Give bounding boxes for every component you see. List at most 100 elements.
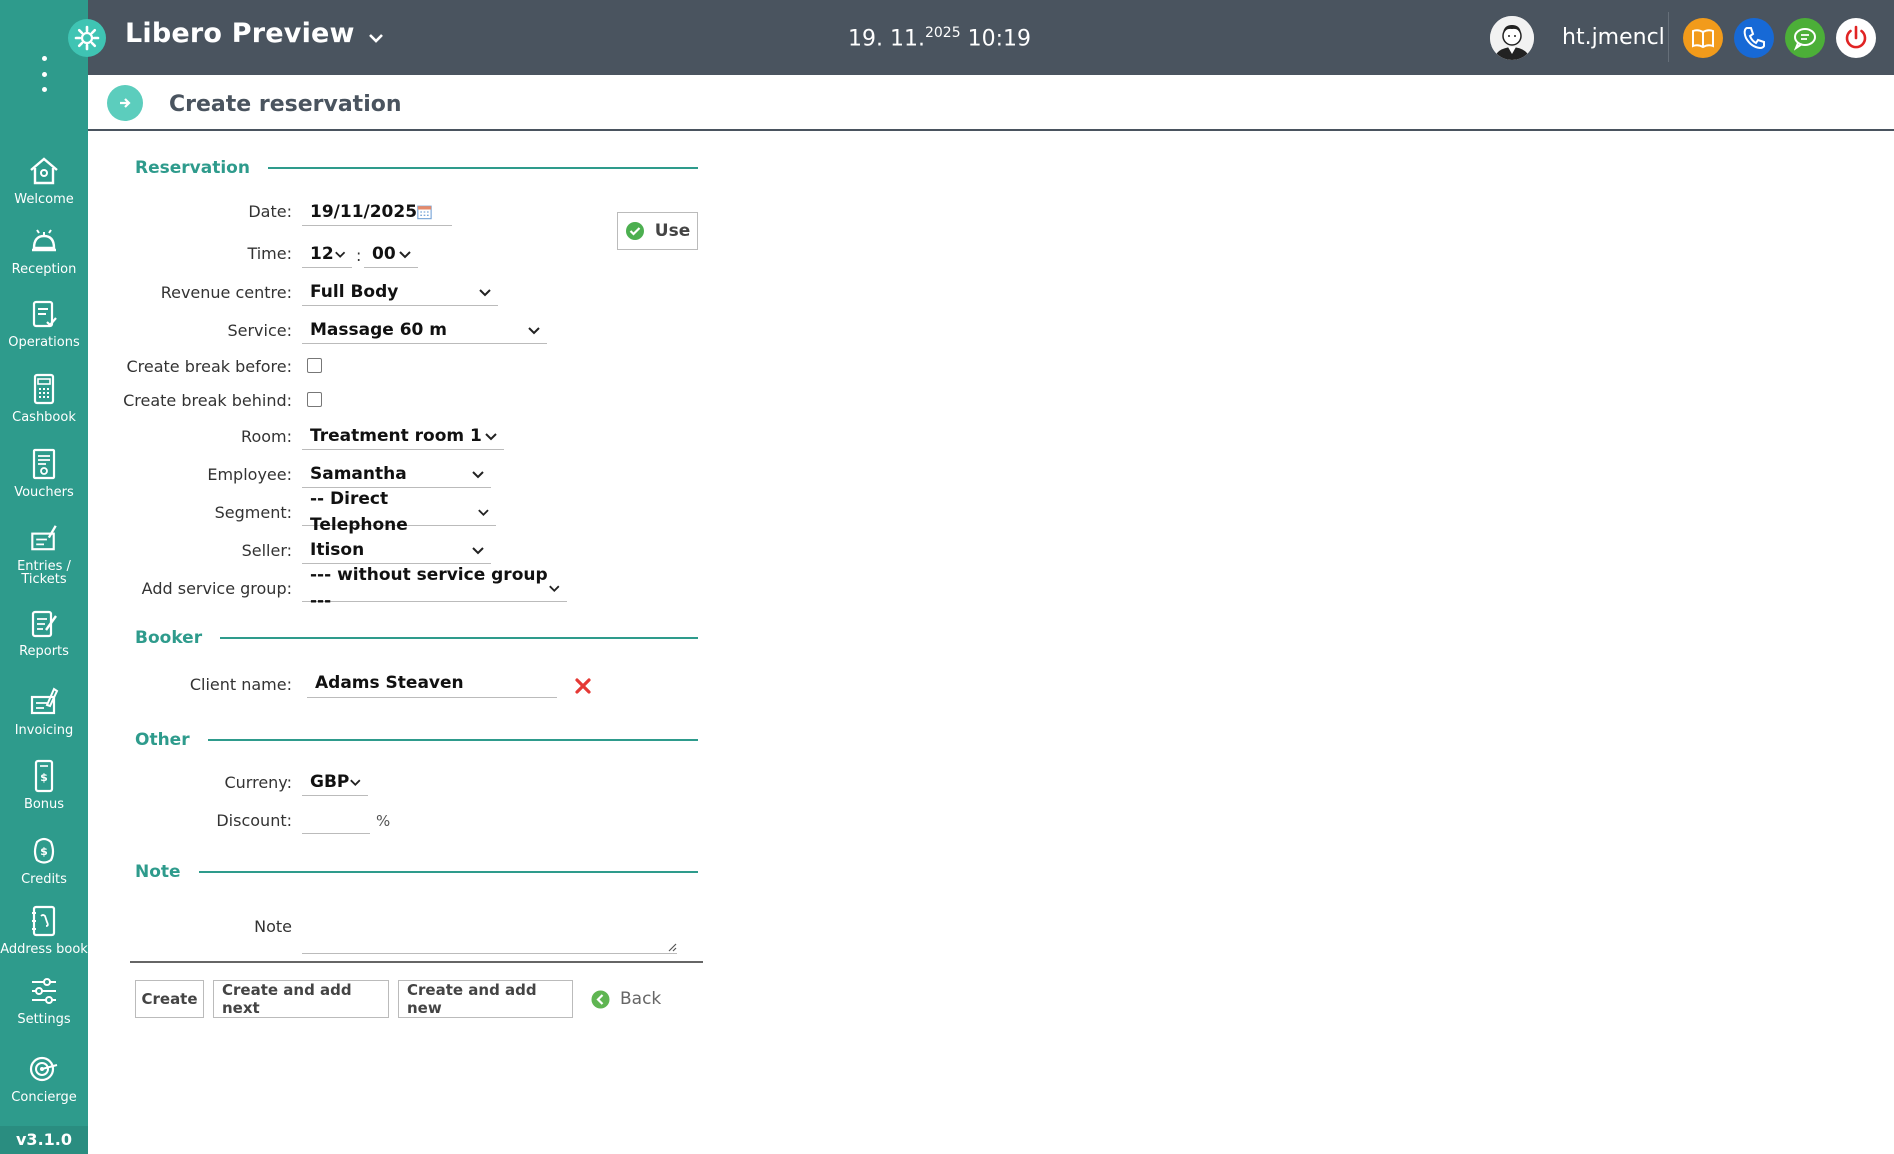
sidebar-item-label: Concierge xyxy=(11,1090,77,1105)
chevron-down-icon xyxy=(472,546,484,554)
manual-button[interactable] xyxy=(1683,18,1723,58)
service-select[interactable]: Massage 60 m xyxy=(302,316,547,344)
segment-value: -- Direct Telephone xyxy=(310,488,408,535)
date-day-month: 19. 11. xyxy=(848,26,925,52)
section-title: Other xyxy=(135,730,190,750)
chevron-down-icon xyxy=(472,470,484,478)
sidebar-item-reports[interactable]: Reports xyxy=(0,604,88,670)
time-label: Time: xyxy=(247,244,292,263)
sidebar-item-bonus[interactable]: $ Bonus xyxy=(0,757,88,823)
credits-icon: $ xyxy=(33,837,55,864)
section-note: Note xyxy=(135,862,698,882)
sidebar-item-concierge[interactable]: Concierge xyxy=(0,1050,88,1116)
client-name-input[interactable]: Adams Steaven xyxy=(307,670,557,698)
logout-button[interactable] xyxy=(1836,18,1876,58)
date-field[interactable]: 19/11/2025 xyxy=(302,198,452,226)
version-label: v3.1.0 xyxy=(0,1126,88,1154)
section-reservation: Reservation xyxy=(135,158,698,178)
page-header: Create reservation xyxy=(88,75,1894,131)
note-label: Note xyxy=(254,917,292,936)
chevron-down-icon[interactable] xyxy=(366,28,386,48)
create-button[interactable]: Create xyxy=(135,980,204,1018)
sidebar-item-label: Invoicing xyxy=(14,723,74,738)
sidebar-item-vouchers[interactable]: Vouchers xyxy=(0,445,88,511)
sidebar-item-cashbook[interactable]: Cashbook xyxy=(0,370,88,436)
discount-unit: % xyxy=(376,812,391,830)
room-select[interactable]: Treatment room 1 xyxy=(302,422,504,450)
revenue-centre-label: Revenue centre: xyxy=(160,283,292,302)
chevron-down-icon xyxy=(334,251,345,258)
service-group-select[interactable]: --- without service group --- xyxy=(302,565,567,611)
app-title[interactable]: Libero Preview xyxy=(125,18,355,49)
sidebar-item-settings[interactable]: Settings xyxy=(0,972,88,1038)
revenue-centre-select[interactable]: Full Body xyxy=(302,278,498,306)
phone-button[interactable] xyxy=(1734,18,1774,58)
current-datetime: 19. 11.2025 10:19 xyxy=(848,25,1031,51)
divider xyxy=(1668,12,1669,62)
employee-label: Employee: xyxy=(207,465,292,484)
username[interactable]: ht.jmencl xyxy=(1562,25,1665,50)
sidebar-item-welcome[interactable]: Welcome xyxy=(0,152,88,218)
sidebar-item-entries-tickets[interactable]: Entries / Tickets xyxy=(0,520,88,586)
revenue-centre-value: Full Body xyxy=(310,281,399,302)
seller-label: Seller: xyxy=(241,541,292,560)
sidebar-item-label: Operations xyxy=(8,335,80,350)
sidebar-item-operations[interactable]: Operations xyxy=(0,295,88,361)
date-year: 2025 xyxy=(924,25,961,41)
create-add-new-button[interactable]: Create and add new xyxy=(398,980,573,1018)
service-label: Service: xyxy=(227,321,292,340)
create-add-next-button[interactable]: Create and add next xyxy=(213,980,389,1018)
top-bar: Libero Preview 19. 11.2025 10:19 ht.jmen… xyxy=(68,0,1894,75)
sidebar-item-label: Reception xyxy=(11,262,77,277)
discount-label: Discount: xyxy=(216,811,292,830)
chevron-down-icon xyxy=(399,250,411,258)
sidebar-item-label: Settings xyxy=(17,1012,71,1027)
break-behind-label: Create break behind: xyxy=(123,391,292,410)
voucher-icon xyxy=(32,448,56,480)
note-textarea[interactable] xyxy=(302,908,677,954)
resize-handle-icon[interactable] xyxy=(667,942,677,952)
section-other: Other xyxy=(135,730,698,750)
gear-logo-icon[interactable] xyxy=(68,19,106,57)
hour-select[interactable]: 12 xyxy=(302,240,352,268)
break-behind-checkbox[interactable] xyxy=(307,392,322,407)
chevron-down-icon xyxy=(350,779,361,786)
calendar-icon[interactable] xyxy=(417,203,432,221)
sidebar-item-reception[interactable]: Reception xyxy=(0,222,88,288)
employee-select[interactable]: Samantha xyxy=(302,460,491,488)
time-separator: : xyxy=(356,246,362,265)
sidebar-item-address-book[interactable]: Address book xyxy=(0,902,88,968)
collapse-arrow-button[interactable] xyxy=(107,85,143,121)
home-icon xyxy=(30,157,58,185)
client-name-label: Client name: xyxy=(189,675,292,694)
sidebar-item-invoicing[interactable]: Invoicing xyxy=(0,683,88,749)
bonus-icon: $ xyxy=(34,759,54,793)
service-group-label: Add service group: xyxy=(141,579,292,598)
discount-input[interactable] xyxy=(302,806,370,834)
sidebar-item-label: Reports xyxy=(19,644,69,659)
use-button[interactable]: Use xyxy=(617,212,698,250)
chevron-down-icon xyxy=(479,288,491,296)
chat-button[interactable] xyxy=(1785,18,1825,58)
break-before-checkbox[interactable] xyxy=(307,358,322,373)
segment-select[interactable]: -- Direct Telephone xyxy=(302,489,496,535)
chevron-down-icon xyxy=(478,509,489,516)
avatar[interactable] xyxy=(1490,16,1534,60)
currency-select[interactable]: GBP xyxy=(302,768,368,796)
minute-select[interactable]: 00 xyxy=(364,240,418,268)
concierge-icon xyxy=(29,1056,58,1082)
seller-value: Itison xyxy=(310,539,365,560)
sliders-icon xyxy=(32,978,56,1004)
calculator-icon xyxy=(33,373,55,405)
menu-dots-icon[interactable] xyxy=(35,56,53,92)
seller-select[interactable]: Itison xyxy=(302,536,491,564)
room-value: Treatment room 1 xyxy=(310,425,482,446)
back-link[interactable]: Back xyxy=(591,989,661,1009)
invoicing-icon xyxy=(30,687,59,715)
sidebar-item-credits[interactable]: $ Credits xyxy=(0,832,88,898)
reports-icon xyxy=(31,610,57,638)
currency-label: Curreny: xyxy=(224,773,292,792)
tickets-icon xyxy=(31,525,57,551)
clear-client-icon[interactable] xyxy=(574,677,592,695)
svg-text:$: $ xyxy=(40,845,48,858)
